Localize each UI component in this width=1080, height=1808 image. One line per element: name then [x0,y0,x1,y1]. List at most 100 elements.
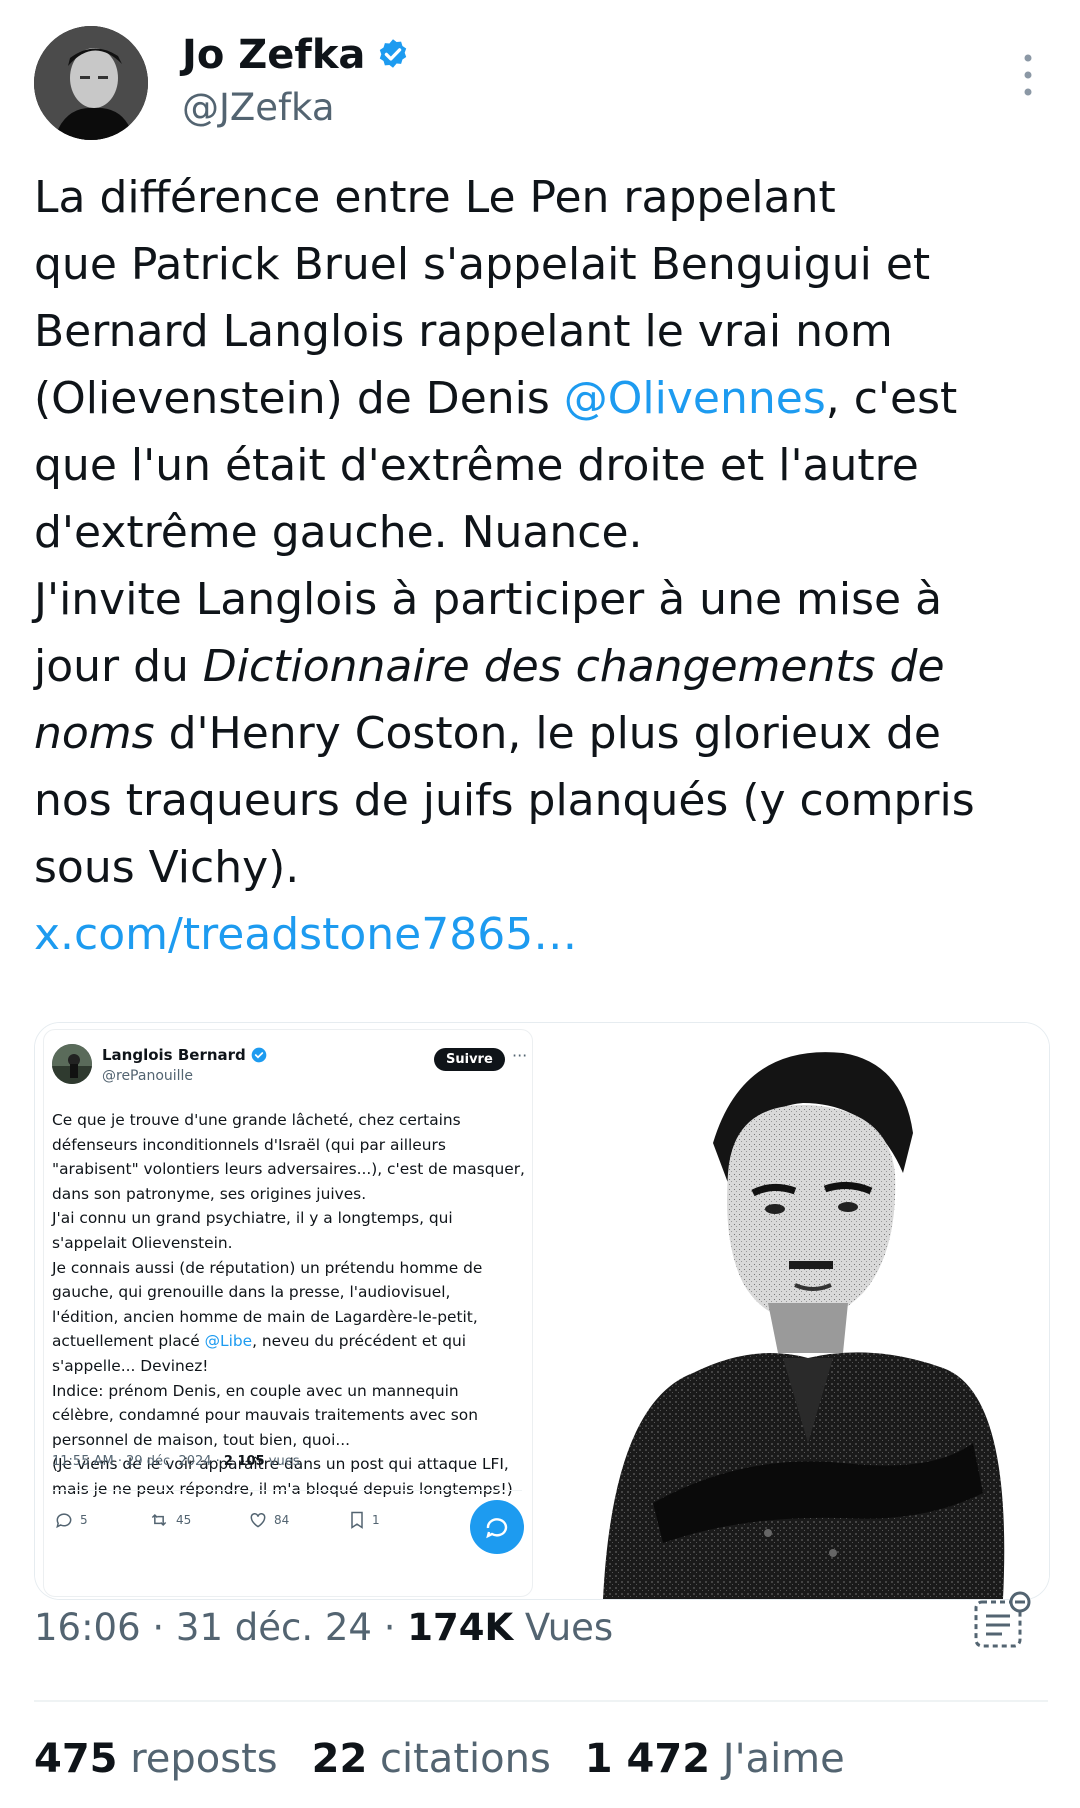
text-span: Ce que je trouve d'une grande lâcheté, c… [52,1111,461,1129]
tweet-line: nos traqueurs de juifs planqués (y compr… [34,767,1054,834]
views-label: Vues [513,1606,614,1649]
verified-badge-icon [380,39,407,68]
screenshot-line: célèbre, condamné pour mauvais traitemen… [52,1403,528,1428]
screenshot-line: s'appelle... Devinez! [52,1354,528,1379]
man-portrait-photo[interactable] [543,1023,1049,1599]
text-span: J'invite Langlois à participer à une mis… [34,574,943,625]
screenshot-line: Indice: prénom Denis, en couple avec un … [52,1379,528,1404]
screenshot-author-name: Langlois Bernard [102,1046,246,1064]
views-count: 174K [407,1606,514,1649]
mention-link[interactable]: @Olivennes [564,373,826,424]
quotes-stat[interactable]: 22 citations [312,1736,551,1782]
grok-explain-icon[interactable] [970,1588,1036,1654]
quotes-count: 22 [311,1736,368,1782]
text-span: actuellement placé [52,1332,205,1351]
text-span: Indice: prénom Denis, en couple avec un … [52,1381,459,1400]
text-span: mais je ne peux répondre, il m'a bloqué … [52,1479,513,1498]
screenshot-line: "arabisent" volontiers leurs adversaires… [52,1157,528,1182]
tweet-line: que Patrick Bruel s'appelait Benguigui e… [34,231,1054,298]
tweet-line: La différence entre Le Pen rappelant [34,164,1054,231]
tweet-media[interactable]: Langlois Bernard @rePanouille Suivre ···… [34,1022,1050,1600]
tweet-line: d'extrême gauche. Nuance. [34,499,1054,566]
url-link[interactable]: x.com/treadstone7865… [34,909,577,960]
text-span: gauche, qui grenouille dans la presse, l… [52,1283,451,1302]
tweet-line: jour du Dictionnaire des changements de [34,633,1054,700]
screenshot-line: défenseurs inconditionnels d'Israël (qui… [52,1133,528,1158]
screenshot-follow-button: Suivre [434,1048,505,1071]
text-span: célèbre, condamné pour mauvais traitemen… [52,1406,478,1425]
screenshot-line: gauche, qui grenouille dans la presse, l… [52,1280,528,1305]
tweet-line: Bernard Langlois rappelant le vrai nom [34,298,1054,365]
likes-stat[interactable]: 1 472 J'aime [585,1736,845,1782]
author-block: Jo Zefka @JZefka [182,32,411,129]
screenshot-line: Je connais aussi (de réputation) un prét… [52,1256,528,1281]
screenshot-verified-icon [251,1047,267,1063]
reposts-stat[interactable]: 475 reposts [34,1736,278,1782]
screenshot-card: Langlois Bernard @rePanouille Suivre ···… [43,1029,533,1597]
text-span: Bernard Langlois rappelant le vrai nom [34,306,893,357]
italic-text: Dictionnaire des changements de [202,641,945,692]
text-span: d'extrême gauche. Nuance. [34,507,643,558]
text-span: s'appelle... Devinez! [52,1356,209,1375]
avatar-portrait-image [34,26,148,140]
text-span: , c'est [825,373,958,424]
screenshot-line: J'ai connu un grand psychiatre, il y a l… [52,1206,528,1231]
text-span: que l'un était d'extrême droite et l'aut… [34,440,919,491]
mention-link: @Libe [204,1332,253,1351]
text-span: jour du [34,641,203,692]
screenshot-line: dans son patronyme, ses origines juives. [52,1182,528,1207]
text-span: "arabisent" volontiers leurs adversaires… [52,1160,525,1179]
likes-label: J'aime [722,1736,845,1782]
quoted-screenshot-image[interactable]: Langlois Bernard @rePanouille Suivre ···… [35,1023,541,1599]
screenshot-bookmark: 1 [348,1510,380,1530]
tweet-meta: 16:06 · 31 déc. 24 · 174K Vues [34,1606,613,1649]
tweet-line: noms d'Henry Coston, le plus glorieux de [34,700,1054,767]
more-options-icon[interactable] [1018,52,1038,98]
like-icon [250,1512,266,1528]
text-span: défenseurs inconditionnels d'Israël (qui… [52,1135,446,1154]
quotes-label: citations [380,1736,551,1782]
text-span: La différence entre Le Pen rappelant [34,172,836,223]
tweet-timestamp[interactable]: 16:06 · 31 déc. 24 · [34,1606,407,1649]
screenshot-timestamp: 11:55 AM · 29 déc. 2024 · 2 105 vues [52,1454,299,1469]
text-span: dans son patronyme, ses origines juives. [52,1184,367,1203]
screenshot-action-bar: 5 45 84 1 [44,1510,532,1540]
reposts-count: 475 [34,1736,118,1782]
screenshot-more-icon: ··· [512,1046,528,1065]
tweet-line: que l'un était d'extrême droite et l'aut… [34,432,1054,499]
repost-icon [151,1513,167,1527]
tweet-line: (Olievenstein) de Denis @Olivennes, c'es… [34,365,1054,432]
screenshot-compose-button [470,1500,524,1554]
screenshot-like: 84 [248,1510,289,1530]
tweet-header: Jo Zefka @JZefka [34,26,1046,146]
compose-icon [486,1518,508,1539]
author-handle[interactable]: @JZefka [182,86,411,129]
screenshot-like-count: 84 [274,1513,290,1527]
screenshot-line: l'édition, ancien homme de main de Lagar… [52,1305,528,1330]
text-span: s'appelait Olievenstein. [52,1233,233,1252]
screenshot-divider [52,1490,522,1491]
screenshot-reply: 5 [54,1510,88,1530]
screenshot-repost-count: 45 [176,1513,192,1527]
screenshot-repost: 45 [148,1510,191,1530]
text-span: d'Henry Coston, le plus glorieux de [154,708,941,759]
bookmark-icon [351,1511,363,1529]
engagement-stats: 475 reposts 22 citations 1 472 J'aime [34,1736,845,1782]
author-name[interactable]: Jo Zefka [182,32,365,78]
screenshot-views-count: 2 105 [223,1454,265,1469]
author-name-row: Jo Zefka [182,32,411,78]
screenshot-author-name-row: Langlois Bernard [102,1046,267,1064]
reposts-label: reposts [130,1736,278,1782]
author-avatar[interactable] [34,26,148,140]
stats-divider [34,1700,1048,1702]
text-span: Je connais aussi (de réputation) un prét… [52,1258,483,1277]
likes-count: 1 472 [584,1736,711,1782]
tweet-line: sous Vichy). [34,834,1054,901]
text-span: sous Vichy). [34,842,300,893]
text-span: (Olievenstein) de Denis [34,373,564,424]
text-span: que Patrick Bruel s'appelait Benguigui e… [34,239,931,290]
screenshot-reply-count: 5 [80,1513,88,1527]
text-span: J'ai connu un grand psychiatre, il y a l… [52,1209,453,1228]
screenshot-views-label: vues [264,1454,300,1469]
tweet-line: J'invite Langlois à participer à une mis… [34,566,1054,633]
